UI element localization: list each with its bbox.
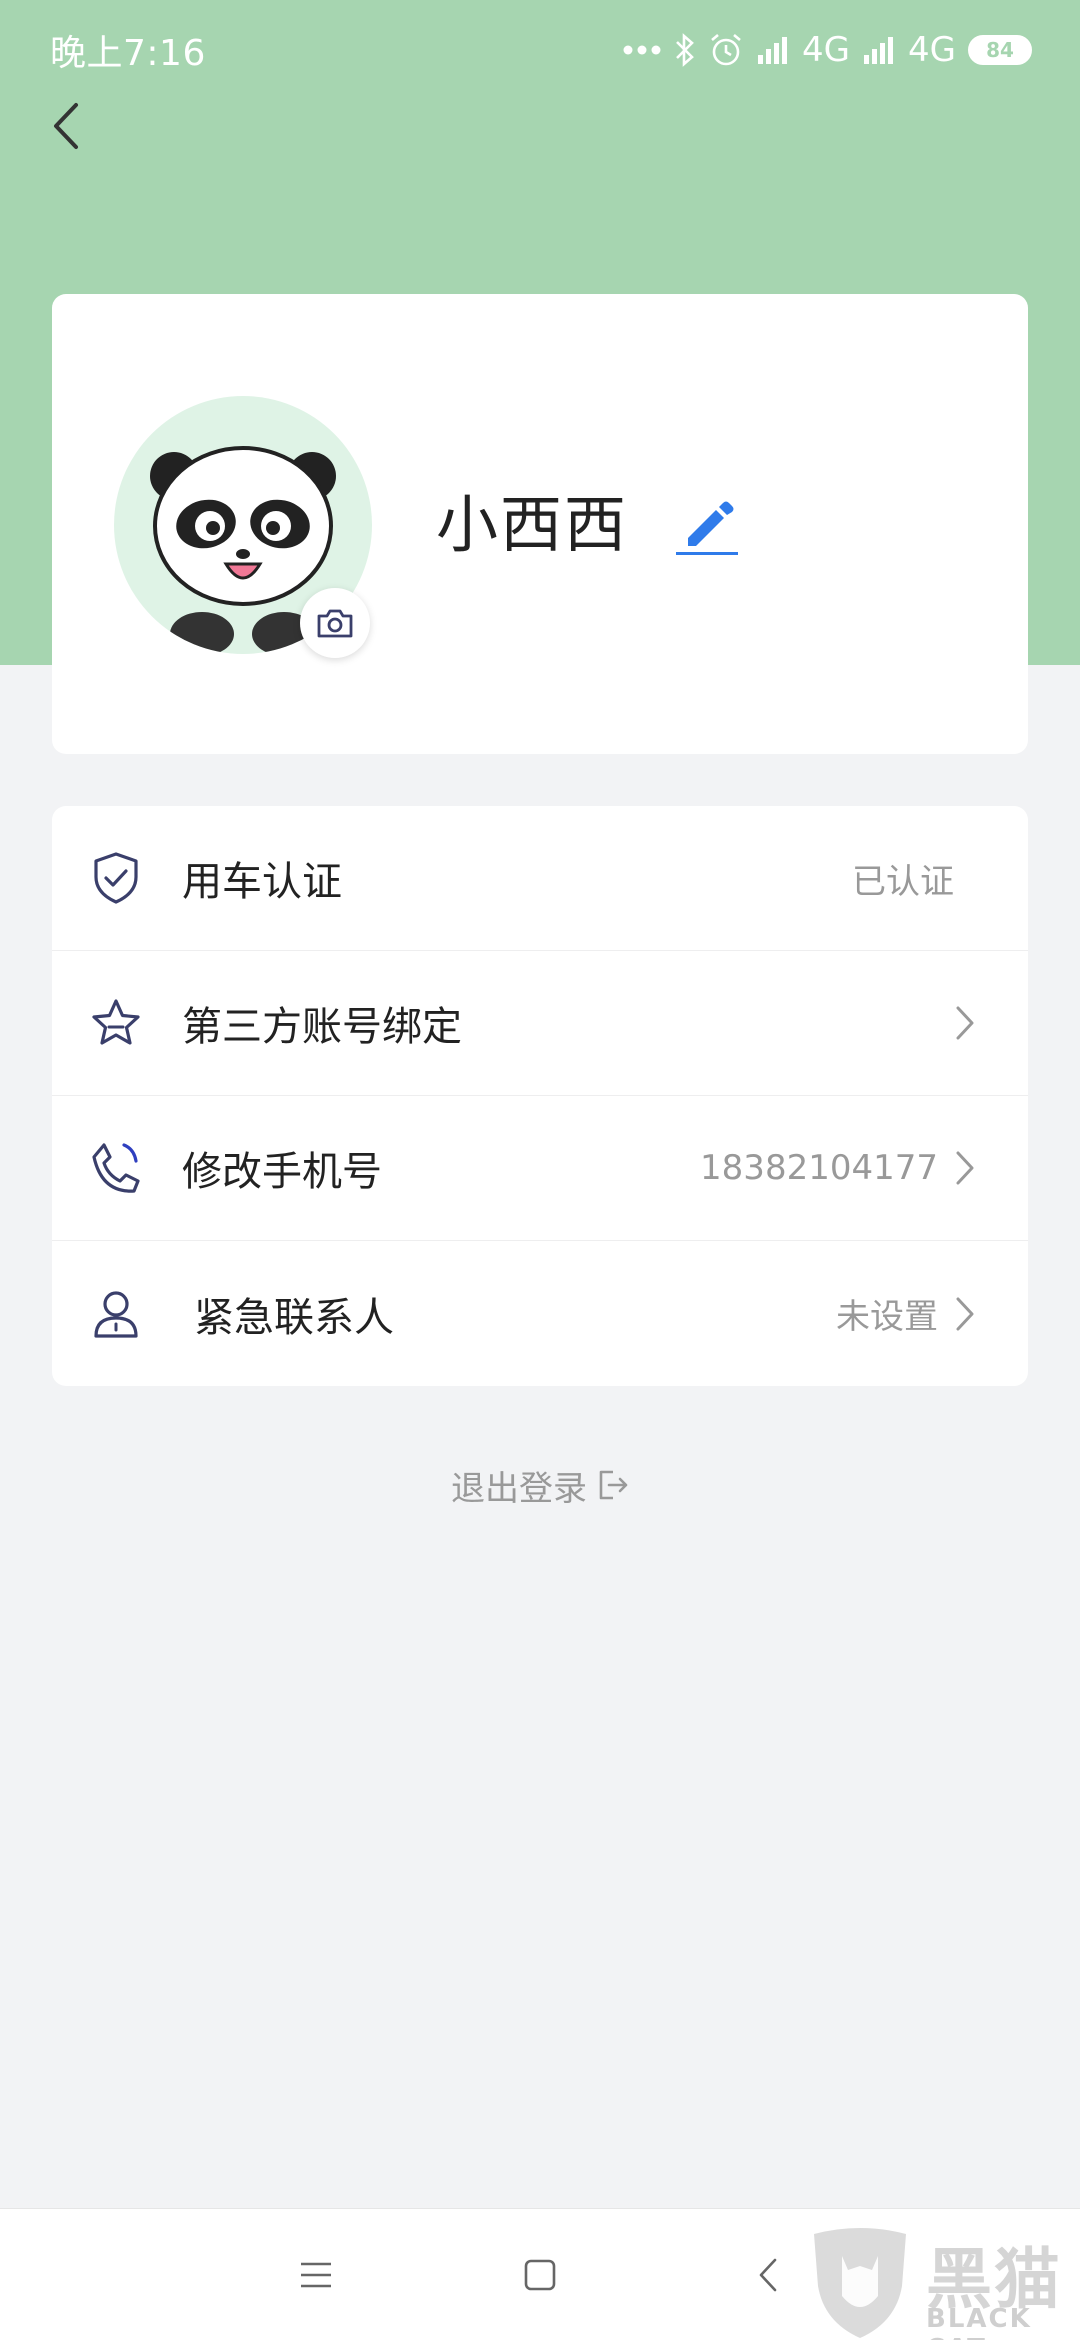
menu-label: 用车认证 [182,859,342,905]
settings-menu: 用车认证 已认证 第三方账号绑定 修改手机号 18382104177 紧急联系人… [52,806,1028,1386]
menu-row-third-party-binding[interactable]: 第三方账号绑定 [52,951,1028,1096]
verification-status: 已认证 [852,861,954,902]
bluetooth-icon [676,33,694,67]
watermark-subtext: BLACK CAT [926,2304,1032,2340]
signal-icon [758,37,788,64]
change-avatar-button[interactable] [300,588,370,658]
menu-label: 修改手机号 [182,1149,382,1195]
chevron-left-icon [759,2258,777,2292]
more-dots-icon [623,45,661,55]
chevron-left-icon [54,103,78,149]
phone-icon [88,1140,144,1196]
shield-check-icon [88,850,144,906]
menu-row-vehicle-verification[interactable]: 用车认证 已认证 [52,806,1028,951]
status-bar: 晚上7:16 4G 4G 84 [0,0,1080,100]
logout-label: 退出登录 [451,1468,587,1509]
emergency-contact-status: 未设置 [836,1297,938,1337]
status-time: 晚上7:16 [50,33,206,74]
person-icon [88,1286,144,1342]
menu-nav-button[interactable] [284,2243,348,2307]
menu-row-change-phone[interactable]: 修改手机号 18382104177 [52,1096,1028,1241]
back-button[interactable] [44,96,88,156]
status-icons: 4G 4G 84 [622,30,1032,70]
battery-indicator: 84 [968,35,1032,65]
home-nav-button[interactable] [508,2243,572,2307]
chevron-right-icon [952,1003,978,1043]
nickname: 小西西 [436,488,629,561]
menu-label: 紧急联系人 [194,1294,394,1341]
star-icon [88,995,144,1051]
network-label-2: 4G [908,30,956,70]
alarm-icon [711,34,741,66]
menu-row-emergency-contact[interactable]: 紧急联系人 未设置 [52,1241,1028,1386]
chevron-right-icon [952,1148,978,1188]
camera-icon [317,609,353,638]
menu-label: 第三方账号绑定 [182,1004,462,1050]
back-nav-button[interactable] [736,2243,800,2307]
phone-number: 18382104177 [700,1148,938,1188]
profile-card: 小西西 [52,294,1028,754]
watermark: 黑猫 BLACK CAT [808,2226,1080,2340]
pencil-icon [676,501,738,555]
logout-button[interactable]: 退出登录 [0,1460,1080,1510]
cat-shield-logo [814,2228,906,2338]
edit-nickname-button[interactable] [672,490,742,560]
signal-icon-2 [864,37,894,64]
network-label-1: 4G [802,30,851,70]
square-icon [524,2259,556,2291]
chevron-right-icon [952,1294,978,1334]
logout-icon [599,1470,628,1500]
hamburger-icon [301,2262,331,2288]
